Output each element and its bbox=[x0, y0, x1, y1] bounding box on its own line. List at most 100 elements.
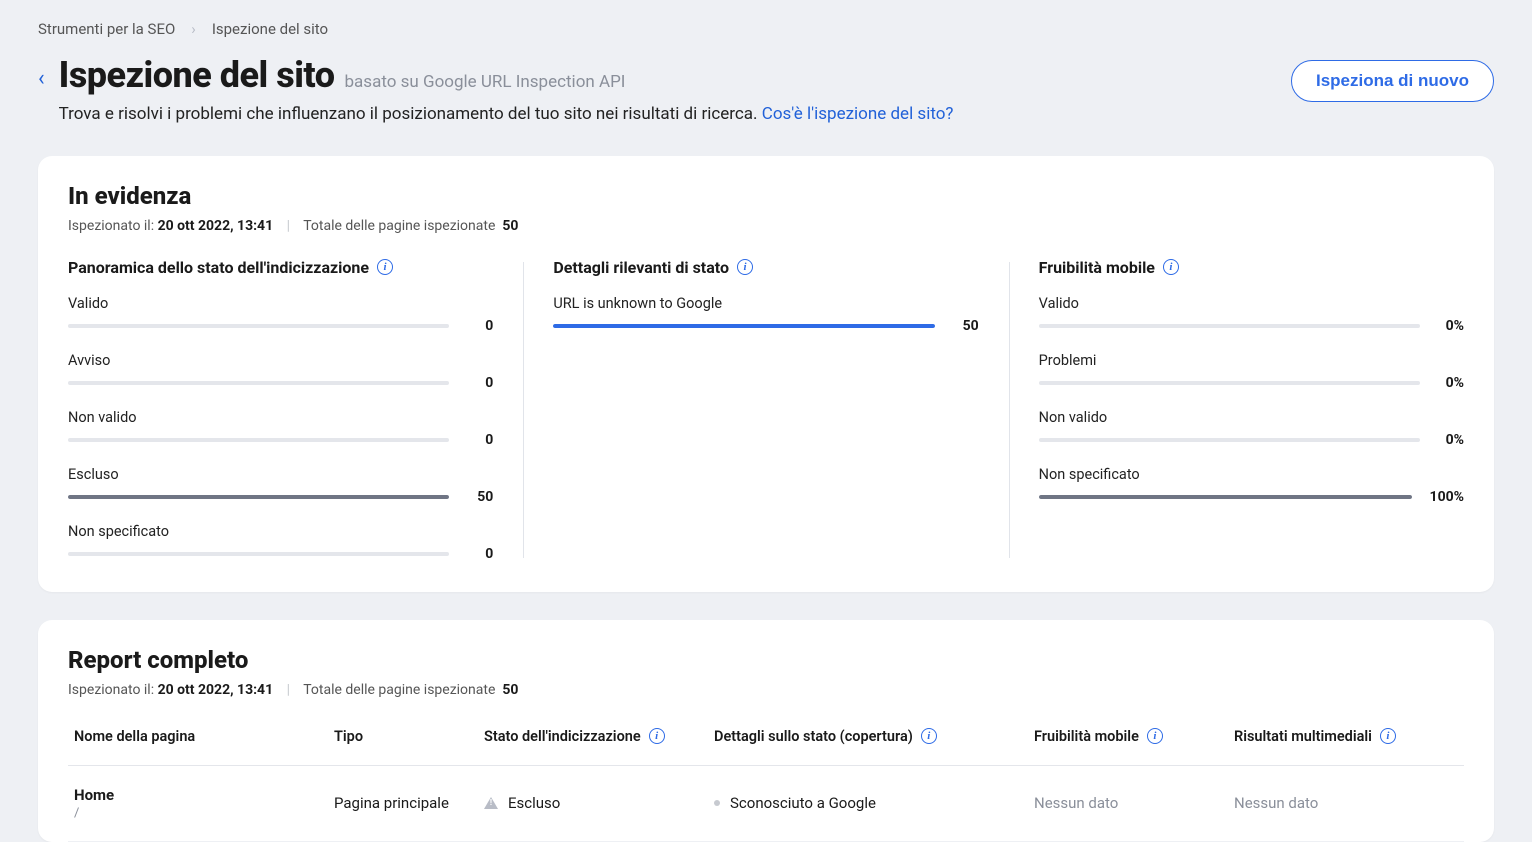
bar-value: 0 bbox=[467, 546, 493, 562]
info-icon[interactable]: i bbox=[1147, 728, 1163, 744]
bar-track bbox=[1039, 381, 1420, 385]
report-table: Nome della pagina Tipo Stato dell'indici… bbox=[68, 708, 1464, 842]
bar-track bbox=[553, 324, 934, 328]
bar-line: 50 bbox=[68, 489, 493, 505]
cell-coverage: Sconosciuto a Google bbox=[714, 794, 1034, 812]
total-pages-label: Totale delle pagine ispezionate bbox=[303, 218, 495, 234]
widget-index-title: Panoramica dello stato dell'indicizzazio… bbox=[68, 258, 369, 277]
col-index-status[interactable]: Stato dell'indicizzazionei bbox=[484, 728, 714, 745]
bar-row: Avviso0 bbox=[68, 352, 493, 391]
bar-row: Valido 0 bbox=[68, 295, 493, 334]
info-icon[interactable]: i bbox=[1163, 259, 1179, 275]
bar-track bbox=[1039, 438, 1420, 442]
bar-value: 50 bbox=[953, 318, 979, 334]
info-icon[interactable]: i bbox=[921, 728, 937, 744]
bar-row: URL is unknown to Google 50 bbox=[553, 295, 978, 334]
api-note: basato su Google URL Inspection API bbox=[345, 72, 626, 92]
bar-label: Non valido bbox=[68, 409, 493, 426]
bar-row: Non valido 0% bbox=[1039, 409, 1464, 448]
inspected-at-label: Ispezionato il: bbox=[68, 218, 154, 234]
bar-label: Non specificato bbox=[1039, 466, 1464, 483]
bar-label: Valido bbox=[68, 295, 493, 312]
page-path: / bbox=[74, 806, 334, 821]
breadcrumb-item-site-inspection[interactable]: Ispezione del sito bbox=[212, 20, 328, 38]
highlights-meta: Ispezionato il: 20 ott 2022, 13:41 | Tot… bbox=[68, 218, 1464, 234]
bar-track bbox=[68, 552, 449, 556]
report-inspected-at-value: 20 ott 2022, 13:41 bbox=[158, 682, 274, 698]
widget-status-details: Dettagli rilevanti di stato i URL is unk… bbox=[523, 258, 1008, 562]
warning-icon bbox=[484, 797, 498, 809]
col-page-name[interactable]: Nome della pagina bbox=[74, 728, 334, 745]
info-icon[interactable]: i bbox=[1380, 728, 1396, 744]
bar-line: 50 bbox=[553, 318, 978, 334]
bar-line: 0% bbox=[1039, 375, 1464, 391]
bar-value: 0% bbox=[1438, 432, 1464, 448]
bar-fill bbox=[68, 495, 449, 499]
bar-value: 0 bbox=[467, 432, 493, 448]
bar-track bbox=[68, 438, 449, 442]
page-description-text: Trova e risolvi i problemi che influenza… bbox=[59, 104, 758, 124]
cell-index-status: Escluso bbox=[484, 794, 714, 812]
reinspect-button[interactable]: Ispeziona di nuovo bbox=[1291, 60, 1494, 102]
bar-value: 0 bbox=[467, 318, 493, 334]
bar-line: 100% bbox=[1039, 489, 1464, 505]
widget-status-title: Dettagli rilevanti di stato bbox=[553, 258, 729, 277]
page-title: Ispezione del sito bbox=[59, 54, 335, 96]
index-status-text: Escluso bbox=[508, 794, 560, 812]
bar-row: Escluso 50 bbox=[68, 466, 493, 505]
bar-track bbox=[68, 324, 449, 328]
info-icon[interactable]: i bbox=[377, 259, 393, 275]
bar-label: Escluso bbox=[68, 466, 493, 483]
info-icon[interactable]: i bbox=[737, 259, 753, 275]
col-type[interactable]: Tipo bbox=[334, 728, 484, 745]
highlights-card: In evidenza Ispezionato il: 20 ott 2022,… bbox=[38, 156, 1494, 592]
bar-row: Non specificato 0 bbox=[68, 523, 493, 562]
bar-label: URL is unknown to Google bbox=[553, 295, 978, 312]
bar-line: 0 bbox=[68, 318, 493, 334]
col-coverage-details[interactable]: Dettagli sullo stato (copertura)i bbox=[714, 728, 1034, 745]
breadcrumb-item-seo-tools[interactable]: Strumenti per la SEO bbox=[38, 20, 175, 38]
cell-page-name: Home / bbox=[74, 786, 334, 821]
report-total-pages-value: 50 bbox=[502, 682, 518, 698]
table-row[interactable]: Home /Pagina principale Escluso Sconosciuto… bbox=[68, 766, 1464, 842]
bar-track bbox=[68, 381, 449, 385]
bar-label: Non valido bbox=[1039, 409, 1464, 426]
back-chevron-icon[interactable]: ‹ bbox=[38, 68, 45, 90]
bar-row: Non valido 0 bbox=[68, 409, 493, 448]
status-dot-icon bbox=[714, 800, 720, 806]
info-icon[interactable]: i bbox=[649, 728, 665, 744]
coverage-text: Sconosciuto a Google bbox=[730, 794, 876, 812]
breadcrumb: Strumenti per la SEO › Ispezione del sit… bbox=[38, 20, 1494, 38]
page-name: Home bbox=[74, 786, 334, 804]
bar-label: Non specificato bbox=[68, 523, 493, 540]
col-mobile[interactable]: Fruibilità mobilei bbox=[1034, 728, 1234, 745]
bar-value: 0% bbox=[1438, 375, 1464, 391]
widget-index-rows: Valido 0 Avviso0 Non valido 0 Escluso 50 Non sp… bbox=[68, 295, 493, 562]
bar-fill bbox=[553, 324, 934, 328]
bar-track bbox=[1039, 324, 1420, 328]
bar-track bbox=[1039, 495, 1412, 499]
report-card: Report completo Ispezionato il: 20 ott 2… bbox=[38, 620, 1494, 842]
help-link[interactable]: Cos'è l'ispezione del sito? bbox=[762, 104, 954, 124]
table-header-row: Nome della pagina Tipo Stato dell'indici… bbox=[68, 708, 1464, 766]
chevron-right-icon: › bbox=[191, 20, 196, 38]
bar-row: Problemi 0% bbox=[1039, 352, 1464, 391]
widget-index-overview: Panoramica dello stato dell'indicizzazio… bbox=[68, 258, 523, 562]
report-meta: Ispezionato il: 20 ott 2022, 13:41 | Tot… bbox=[68, 682, 1464, 698]
widget-mobile-rows: Valido0% Problemi 0% Non valido 0% Non specif… bbox=[1039, 295, 1464, 505]
bar-value: 0% bbox=[1438, 318, 1464, 334]
widget-mobile-title: Fruibilità mobile bbox=[1039, 258, 1155, 277]
report-title: Report completo bbox=[68, 646, 1464, 674]
bar-line: 0% bbox=[1039, 318, 1464, 334]
bar-value: 50 bbox=[467, 489, 493, 505]
bar-fill bbox=[1039, 495, 1412, 499]
cell-type: Pagina principale bbox=[334, 794, 484, 812]
bar-row: Valido0% bbox=[1039, 295, 1464, 334]
report-inspected-at-label: Ispezionato il: bbox=[68, 682, 154, 698]
bar-label: Problemi bbox=[1039, 352, 1464, 369]
cell-rich-results: Nessun dato bbox=[1234, 794, 1434, 812]
bar-value: 100% bbox=[1430, 489, 1464, 505]
widget-mobile-usability: Fruibilità mobile i Valido0%Problemi0%No… bbox=[1009, 258, 1464, 562]
page-description: Trova e risolvi i problemi che influenza… bbox=[59, 102, 954, 128]
col-rich-results[interactable]: Risultati multimedialii bbox=[1234, 728, 1434, 745]
